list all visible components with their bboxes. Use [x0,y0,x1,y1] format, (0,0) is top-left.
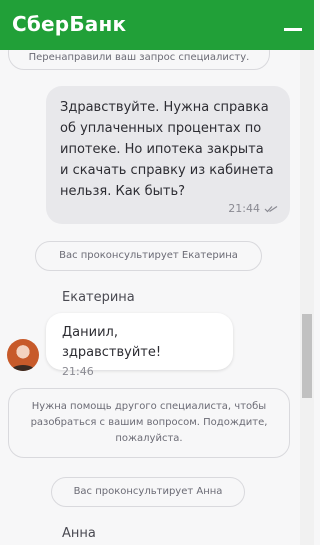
user-message-text: Здравствуйте. Нужна справка об уплаченны… [60,100,274,199]
agent-message-time: 21:46 [62,365,94,378]
user-message: Здравствуйте. Нужна справка об уплаченны… [46,86,290,224]
agent-name-katerina: Екатерина [62,290,135,305]
chat-scrollbar[interactable] [300,50,314,545]
chat-feed[interactable]: Перенаправили ваш запрос специалисту. Зд… [0,50,300,545]
system-message-anna: Вас проконсультирует Анна [51,477,245,507]
user-message-time: 21:44 [228,202,260,215]
bank-title: СберБанк [12,12,127,36]
agent-message-text: Даниил, здравствуйте! [62,325,162,360]
chat-header: СберБанк [0,0,314,50]
system-message-help: Нужна помощь другого специалиста, чтобы … [8,388,290,458]
agent-name-anna: Анна [62,526,96,541]
minimize-icon[interactable] [284,28,302,31]
system-message-katerina: Вас проконсультирует Екатерина [35,241,262,271]
agent-message: Даниил, здравствуйте! 21:46 [46,313,233,378]
scrollbar-thumb[interactable] [302,314,312,398]
agent-avatar [7,339,39,371]
system-message-redirect: Перенаправили ваш запрос специалисту. [8,50,270,70]
avatar-shoulders [11,365,35,371]
message-meta: 21:44 [228,202,278,215]
double-check-icon [264,205,278,212]
